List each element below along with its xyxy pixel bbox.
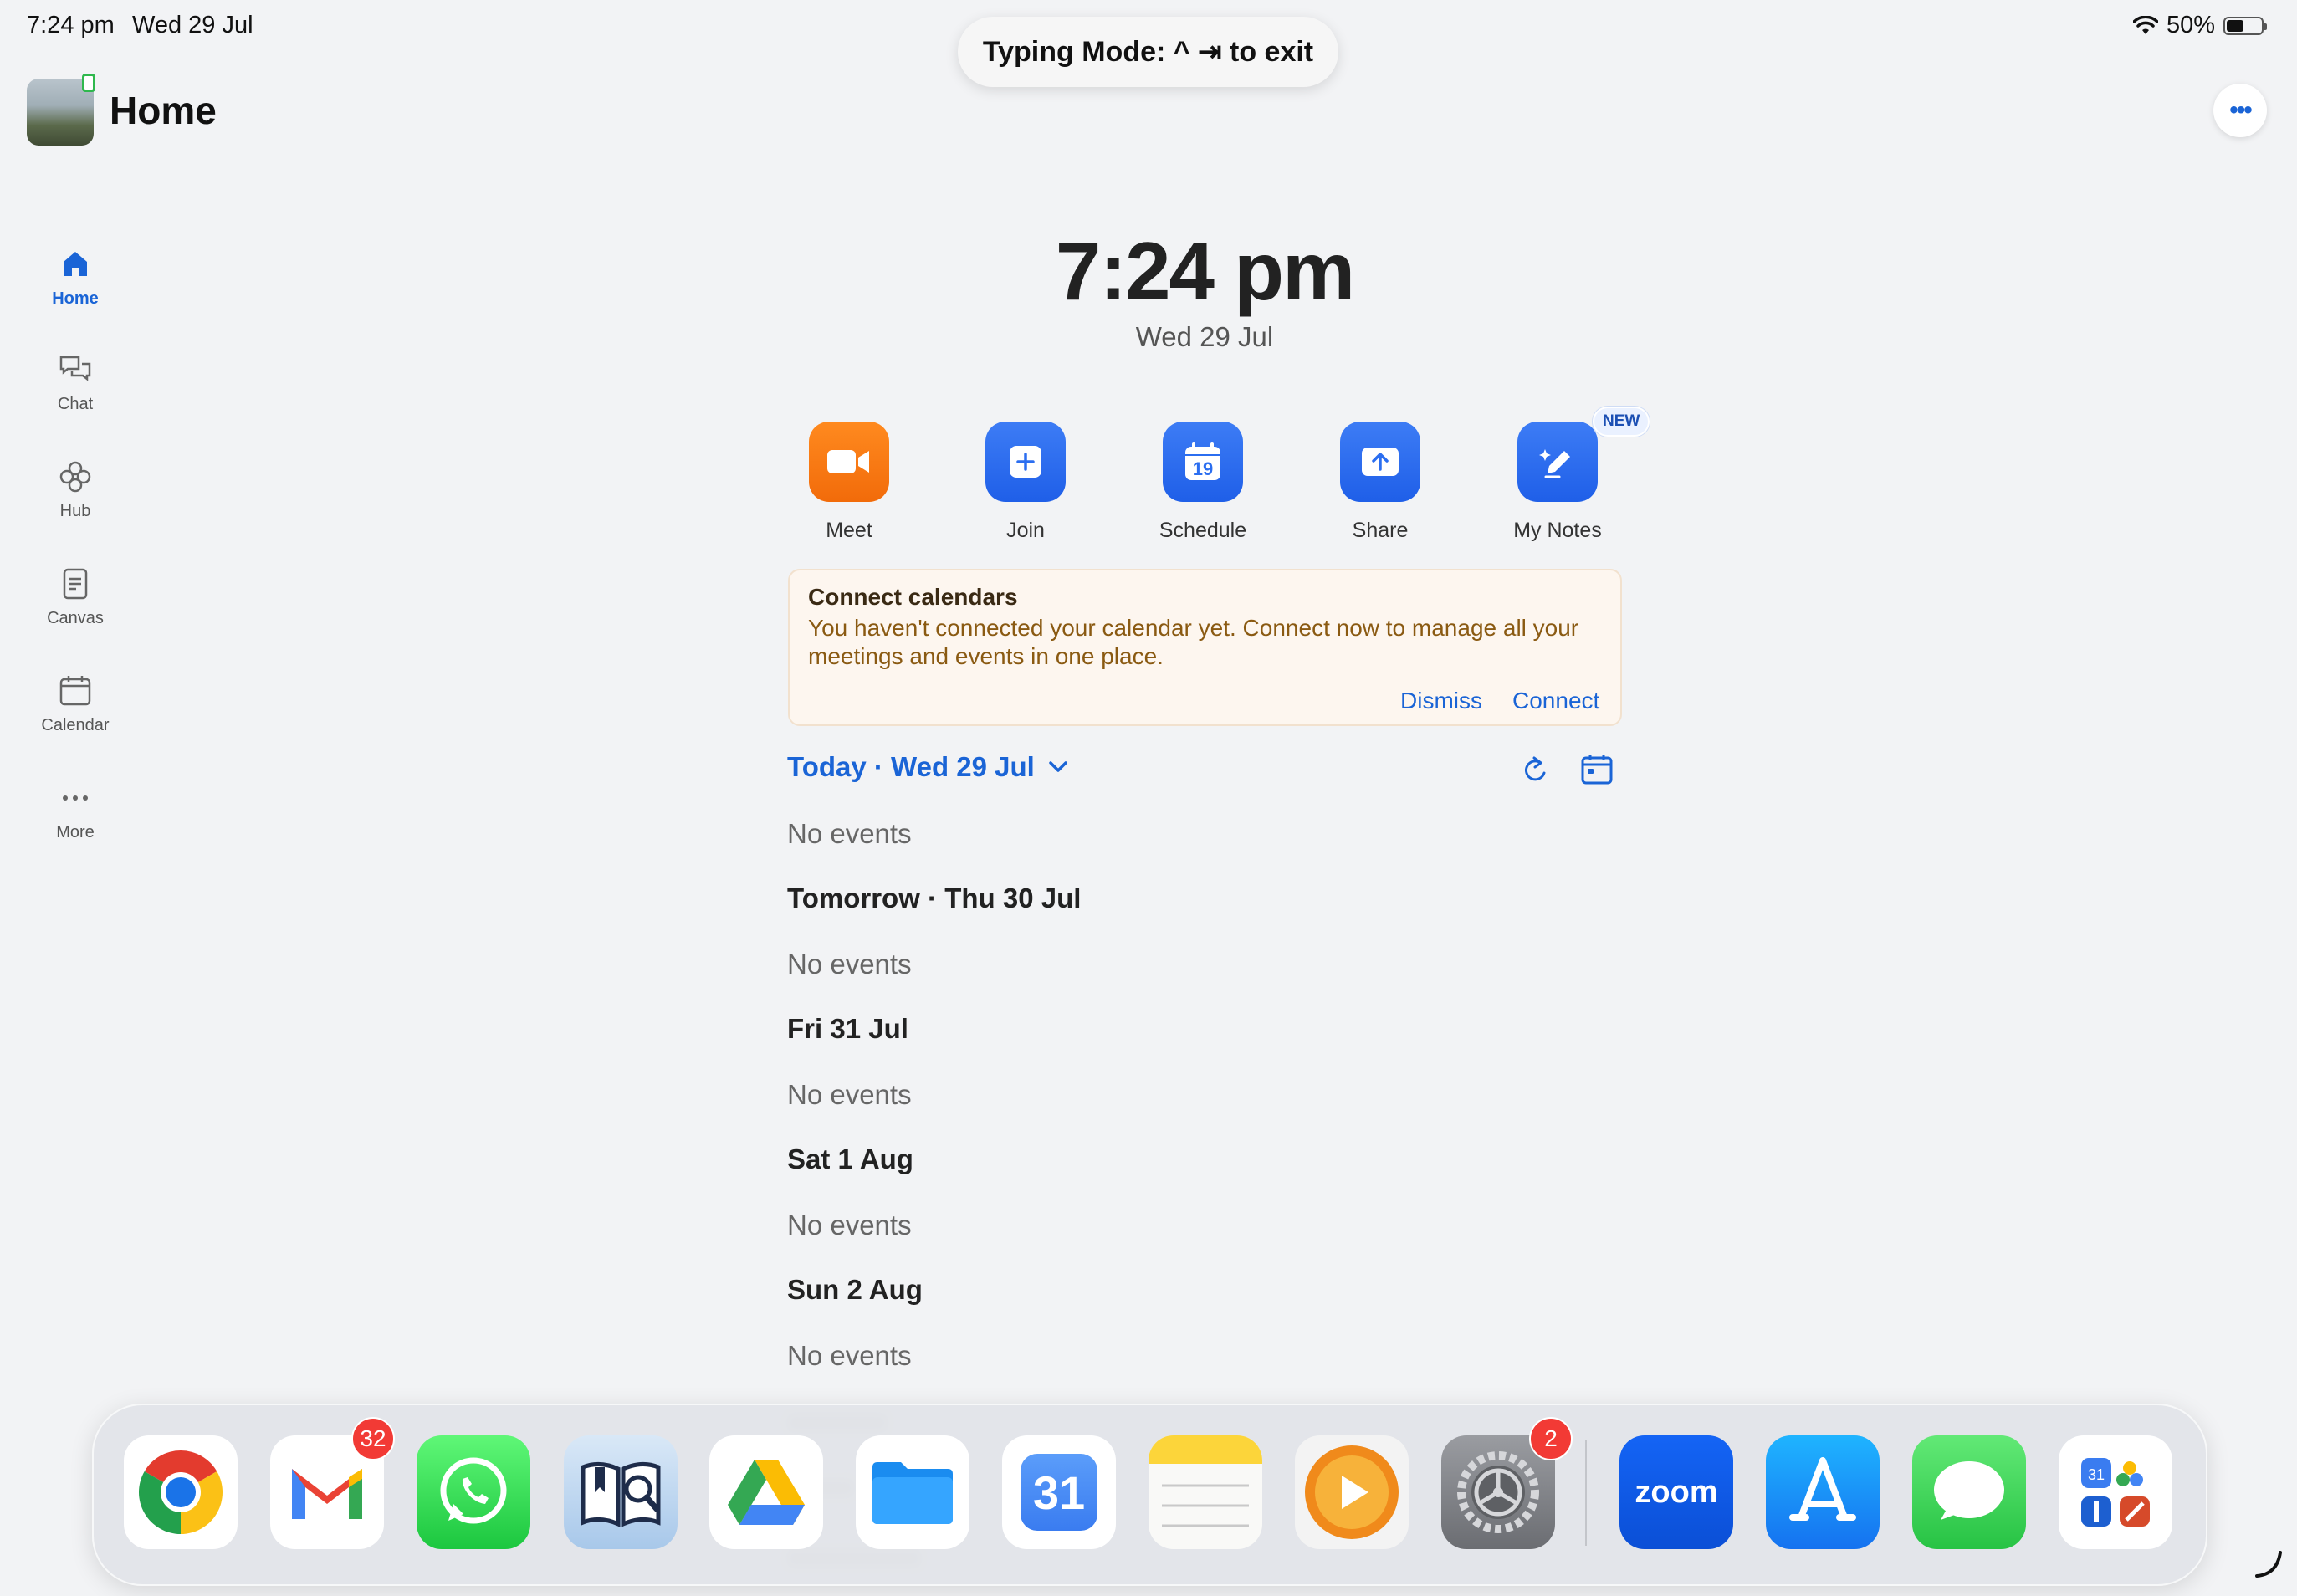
google-drive-app-icon[interactable]	[709, 1435, 823, 1549]
notes-app-icon[interactable]	[1148, 1435, 1262, 1549]
meet-label: Meet	[826, 519, 872, 542]
card-description: You haven't connected your calendar yet.…	[808, 615, 1579, 669]
files-app-icon[interactable]	[856, 1435, 969, 1549]
status-date: Wed 29 Jul	[132, 12, 253, 38]
no-events-text: No events	[787, 1079, 912, 1110]
wifi-icon	[2132, 15, 2158, 34]
sidebar-item-label: Hub	[59, 502, 91, 520]
current-date: Wed 29 Jul	[1135, 321, 1274, 352]
share-upload-icon	[1340, 422, 1420, 502]
day-header: Tomorrow · Thu 30 Jul	[787, 882, 1082, 913]
whatsapp-app-icon[interactable]	[417, 1435, 530, 1549]
more-options-button[interactable]: •••	[2213, 84, 2267, 137]
sidebar-item-label: More	[56, 823, 95, 841]
dictionary-app-icon[interactable]	[564, 1435, 678, 1549]
schedule-label: Schedule	[1159, 519, 1247, 542]
ellipsis-icon: •••	[2229, 96, 2252, 124]
connect-calendars-card: Connect calendars You haven't connected …	[788, 569, 1622, 726]
video-camera-icon	[809, 422, 889, 502]
gmail-badge: 32	[351, 1417, 395, 1460]
current-time: 7:24 pm	[1055, 225, 1355, 317]
typing-mode-banner: Typing Mode: ^ ⇥ to exit	[958, 17, 1338, 87]
my-notes-label: My Notes	[1513, 519, 1602, 542]
battery-percentage: 50%	[2166, 12, 2215, 38]
agenda-date-selector[interactable]: Today · Wed 29 Jul	[787, 751, 1070, 783]
meet-button[interactable]: Meet	[782, 422, 916, 543]
sidebar-item-canvas[interactable]: Canvas	[25, 565, 125, 628]
refresh-icon	[1524, 756, 1546, 781]
calendar-day-number: 19	[1192, 458, 1214, 479]
battery-icon	[2223, 16, 2267, 35]
calendar-19-icon: 19	[1163, 422, 1243, 502]
no-events-text: No events	[787, 1210, 912, 1240]
share-button[interactable]: Share	[1313, 422, 1447, 543]
page-title: Home	[110, 89, 217, 132]
schedule-button[interactable]: 19 Schedule	[1136, 422, 1270, 543]
join-button[interactable]: Join	[959, 422, 1092, 543]
zoom-wordmark: zoom	[1635, 1474, 1718, 1510]
calendar-icon	[1581, 755, 1613, 785]
corner-handle-icon	[2255, 1551, 2282, 1578]
calendar-icon	[59, 676, 91, 706]
notes-pen-icon: NEW	[1517, 407, 1650, 502]
hub-icon	[59, 461, 91, 493]
share-label: Share	[1352, 519, 1409, 542]
no-events-text: No events	[787, 1340, 912, 1371]
plus-icon	[985, 422, 1066, 502]
refresh-button[interactable]	[1521, 753, 1551, 790]
chrome-app-icon[interactable]	[124, 1435, 238, 1549]
no-events-text: No events	[787, 818, 912, 849]
sidebar-item-more[interactable]: More	[25, 780, 125, 842]
my-notes-button[interactable]: NEW My Notes	[1491, 407, 1650, 543]
sidebar-item-label: Home	[52, 289, 99, 308]
sidebar-item-label: Canvas	[47, 609, 104, 627]
calendar-view-button[interactable]	[1580, 753, 1614, 790]
card-title: Connect calendars	[808, 584, 1018, 610]
sidebar-item-chat[interactable]: Chat	[25, 351, 125, 414]
chevron-down-icon	[1049, 761, 1067, 772]
chat-icon	[59, 356, 91, 381]
dock-divider	[1585, 1440, 1587, 1546]
settings-badge: 2	[1529, 1417, 1573, 1460]
svg-text:31: 31	[2088, 1466, 2105, 1483]
connect-button[interactable]: Connect	[1512, 688, 1599, 714]
app-library-icon[interactable]: 31	[2059, 1435, 2172, 1549]
infuse-app-icon[interactable]	[1295, 1435, 1409, 1549]
sidebar-item-label: Calendar	[41, 716, 110, 734]
day-header: Sat 1 Aug	[787, 1143, 913, 1174]
status-indicators: 50%	[2132, 12, 2267, 39]
more-icon	[63, 795, 88, 801]
status-time: 7:24 pm	[27, 12, 115, 38]
new-badge: NEW	[1593, 407, 1650, 437]
messages-app-icon[interactable]	[1912, 1435, 2026, 1549]
home-icon	[64, 252, 87, 276]
calendar-app-icon[interactable]: 31	[1002, 1435, 1116, 1549]
today-label: Today · Wed 29 Jul	[787, 751, 1035, 782]
zoom-app-icon[interactable]: zoom	[1619, 1435, 1733, 1549]
canvas-icon	[63, 568, 88, 600]
join-label: Join	[1006, 519, 1045, 542]
sidebar-item-label: Chat	[57, 395, 94, 413]
calendar-app-day: 31	[1032, 1466, 1086, 1519]
app-store-app-icon[interactable]	[1766, 1435, 1880, 1549]
sidebar-item-home[interactable]: Home	[25, 246, 125, 309]
presence-indicator-icon	[82, 74, 95, 92]
no-events-text: No events	[787, 949, 912, 980]
day-header: Sun 2 Aug	[787, 1274, 923, 1305]
day-header: Fri 31 Jul	[787, 1013, 908, 1044]
sidebar-item-hub[interactable]: Hub	[25, 458, 125, 521]
sidebar-item-calendar[interactable]: Calendar	[25, 673, 125, 735]
dismiss-button[interactable]: Dismiss	[1400, 688, 1482, 714]
